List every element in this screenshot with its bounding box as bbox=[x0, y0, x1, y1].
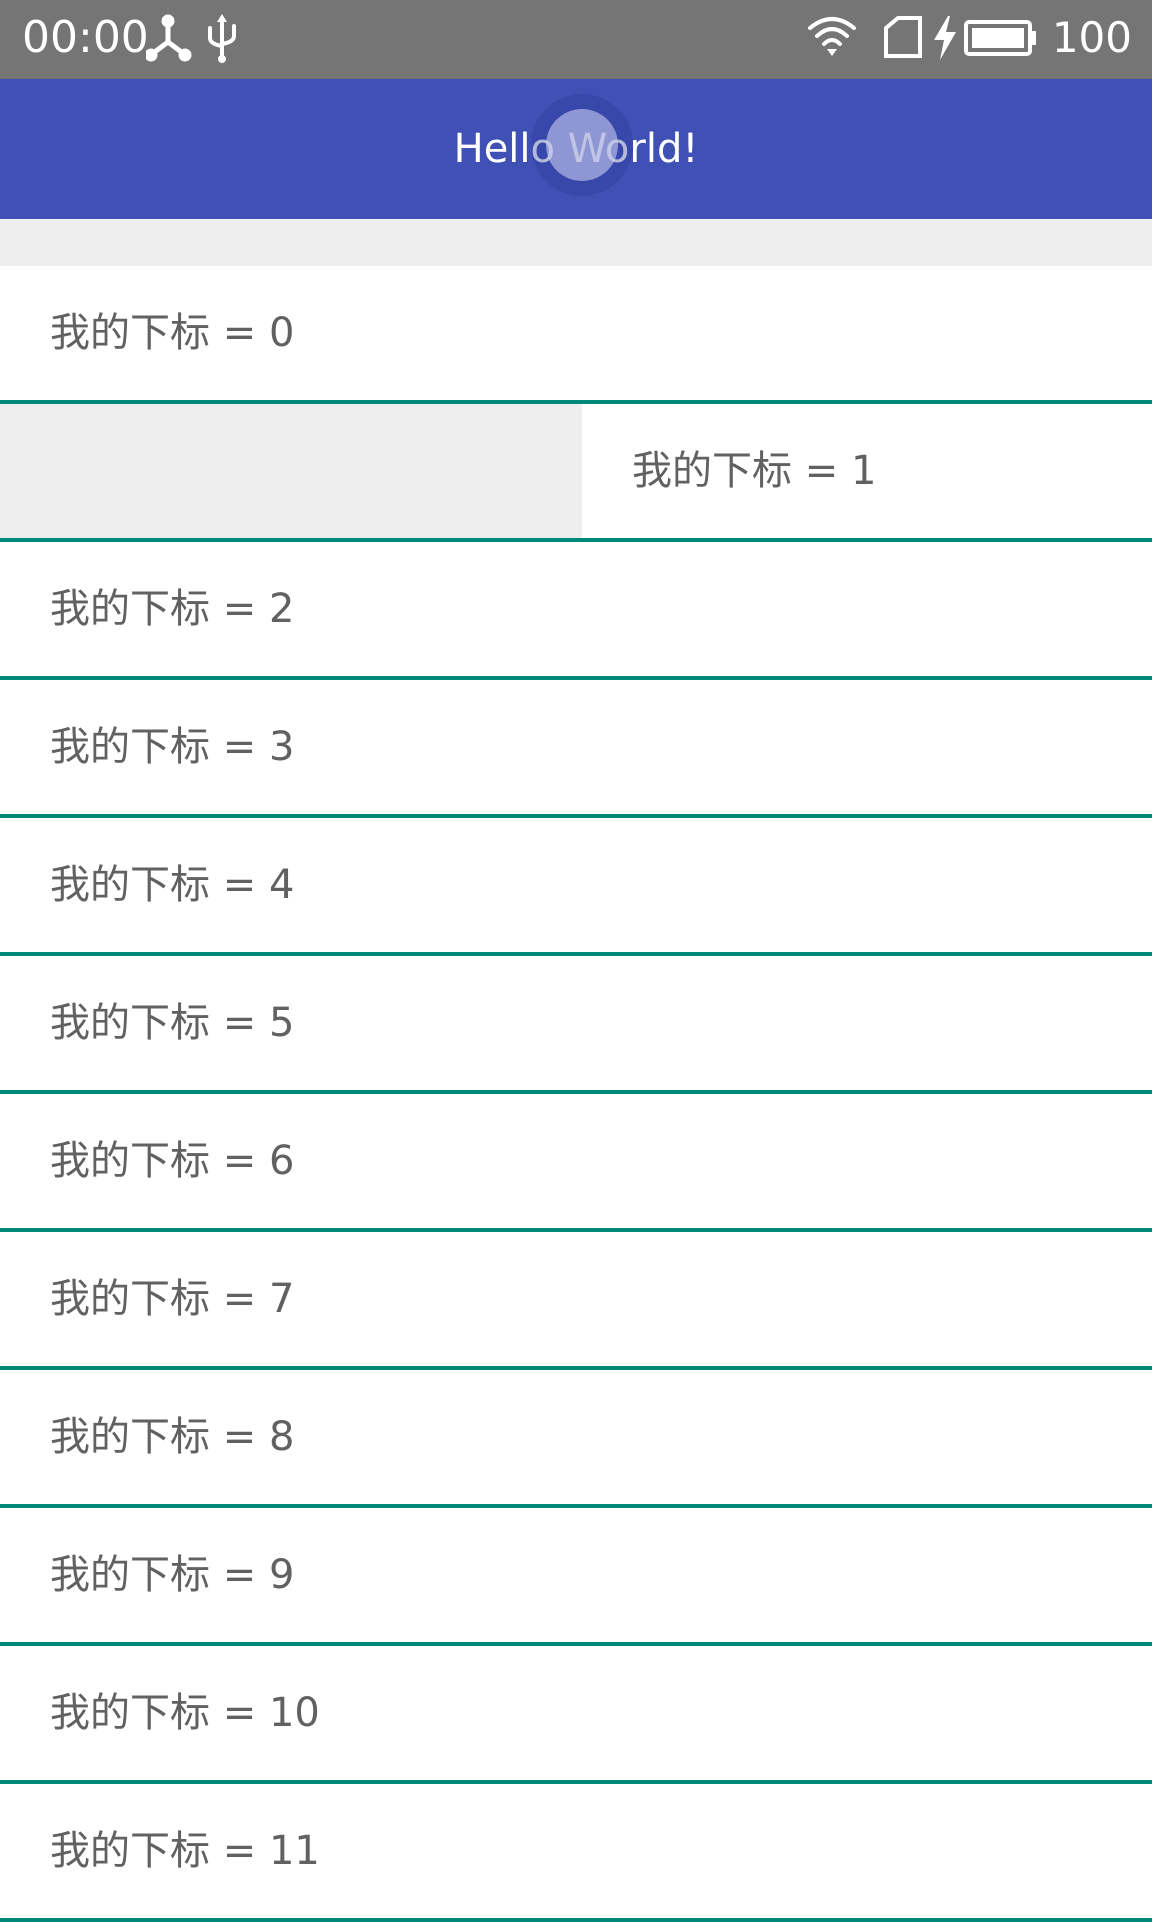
list-item[interactable]: 我的下标 = 10 bbox=[0, 1646, 1152, 1784]
battery-icon bbox=[963, 20, 1036, 56]
charging-bolt-icon bbox=[933, 16, 956, 60]
list-item-label: 我的下标 = 5 bbox=[50, 1000, 295, 1046]
list-item[interactable]: 我的下标 = 4 bbox=[0, 818, 1152, 956]
swipe-background bbox=[0, 404, 582, 538]
list-item[interactable]: 我的下标 = 0 bbox=[0, 266, 1152, 404]
list-item-label: 我的下标 = 4 bbox=[50, 862, 295, 908]
list-item-label: 我的下标 = 0 bbox=[50, 310, 295, 356]
list-item-label: 我的下标 = 8 bbox=[50, 1414, 295, 1460]
list-item[interactable]: 我的下标 = 8 bbox=[0, 1370, 1152, 1508]
status-icons-left bbox=[146, 14, 246, 64]
list-item[interactable]: 我的下标 = 3 bbox=[0, 680, 1152, 818]
app-bar: Hello World! bbox=[0, 79, 1152, 219]
list-top-spacer bbox=[0, 219, 1152, 266]
list-item-label: 我的下标 = 9 bbox=[50, 1552, 295, 1598]
list-item[interactable]: 我的下标 = 9 bbox=[0, 1508, 1152, 1646]
list-item-swiped[interactable]: 我的下标 = 1 bbox=[0, 404, 1152, 542]
list-item-label: 我的下标 = 1 bbox=[632, 448, 877, 494]
status-time: 00:00 bbox=[22, 12, 149, 63]
list-item-label: 我的下标 = 10 bbox=[50, 1690, 320, 1736]
list-item[interactable]: 我的下标 = 7 bbox=[0, 1232, 1152, 1370]
sim-card-icon bbox=[883, 16, 922, 58]
list-item-label: 我的下标 = 6 bbox=[50, 1138, 295, 1184]
touch-indicator bbox=[546, 109, 618, 181]
list-item-label: 我的下标 = 2 bbox=[50, 586, 295, 632]
usb-icon bbox=[208, 14, 236, 63]
list-item-label: 我的下标 = 11 bbox=[50, 1828, 320, 1874]
battery-level: 100 bbox=[1051, 13, 1132, 62]
list-item-label: 我的下标 = 3 bbox=[50, 724, 295, 770]
list-item[interactable]: 我的下标 = 5 bbox=[0, 956, 1152, 1094]
list-item[interactable]: 我的下标 = 6 bbox=[0, 1094, 1152, 1232]
list-item[interactable]: 我的下标 = 11 bbox=[0, 1784, 1152, 1922]
list-item-label: 我的下标 = 7 bbox=[50, 1276, 295, 1322]
wifi-icon bbox=[807, 17, 856, 56]
list-item[interactable]: 我的下标 = 2 bbox=[0, 542, 1152, 680]
item-list[interactable]: 我的下标 = 0 我的下标 = 1 我的下标 = 2 我的下标 = 3 我的下标… bbox=[0, 266, 1152, 1922]
network-hub-icon bbox=[146, 14, 192, 62]
status-bar: 00:00 100 bbox=[0, 0, 1152, 79]
status-icons-right: 100 bbox=[807, 12, 1132, 64]
